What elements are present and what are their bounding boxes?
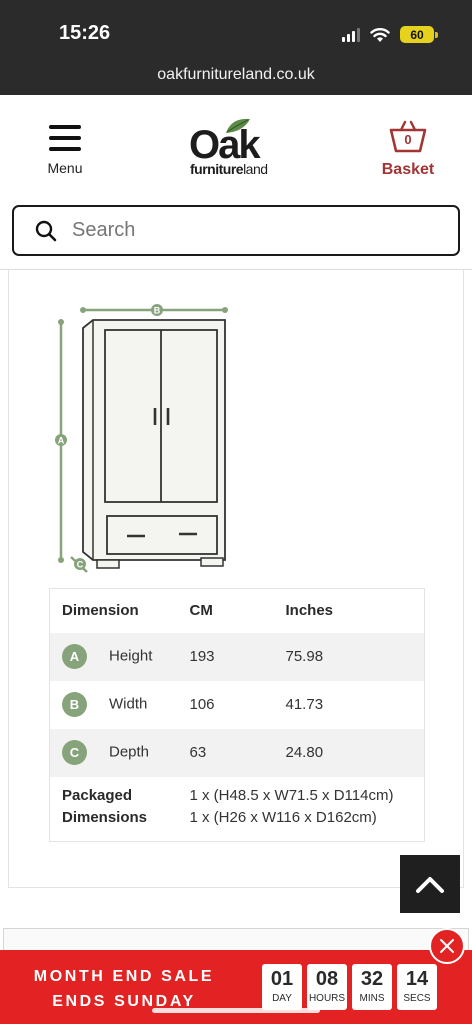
dimensions-table: Dimension CM Inches A Height 193 75.98 B W…	[49, 588, 425, 842]
status-icons: 60	[342, 26, 438, 43]
sale-banner-text: MONTH END SALE ENDS SUNDAY	[16, 964, 232, 1014]
packaged-value: 1 x (H26 x W116 x D162cm)	[189, 808, 377, 826]
dimension-cm: 63	[177, 728, 274, 777]
basket-icon: 0	[388, 119, 428, 155]
battery-level: 60	[410, 27, 424, 42]
dimension-inches: 41.73	[285, 696, 324, 713]
table-row: C Depth 63 24.80	[49, 728, 425, 777]
home-indicator	[152, 1008, 320, 1013]
countdown-secs: 14 SECS	[397, 964, 437, 1010]
packaged-label-line1: Packaged	[62, 786, 133, 804]
countdown-unit: MINS	[359, 993, 385, 1004]
wifi-icon	[370, 27, 390, 42]
packaged-dimensions-row: Packaged Dimensions 1 x (H48.5 x W71.5 x…	[50, 777, 425, 842]
countdown-unit: SECS	[403, 993, 431, 1004]
table-row: B Width 106 41.73	[50, 681, 425, 729]
basket-count: 0	[404, 132, 412, 147]
diagram-label-c: C	[77, 560, 84, 570]
countdown-unit: DAY	[272, 993, 292, 1004]
dimension-name: Width	[109, 695, 148, 713]
url-bar[interactable]: oakfurnitureland.co.uk	[0, 66, 472, 84]
search-bar[interactable]	[12, 205, 460, 256]
packaged-label-line2: Dimensions	[62, 808, 148, 826]
browser-status-bar: 15:26 60 oakfurnitureland.co.uk	[0, 0, 472, 95]
basket-label: Basket	[381, 161, 435, 178]
packaged-dimensions-label: Packaged Dimensions	[50, 777, 178, 842]
dimension-letter-badge: C	[62, 740, 87, 765]
table-row: A Height 193 75.98	[49, 632, 425, 681]
chevron-up-icon	[416, 877, 444, 893]
menu-label: Menu	[47, 160, 83, 176]
logo-sub-text: furnitureland	[190, 161, 268, 177]
logo-sub-light: land	[243, 161, 268, 177]
product-dimensions-card: B A C Dimension CM Inches A Height 193 7…	[8, 270, 464, 888]
dimension-cm: 193	[177, 632, 274, 681]
diagram-label-a: A	[58, 436, 65, 446]
cellular-signal-icon	[342, 27, 360, 42]
back-to-top-button[interactable]	[400, 855, 460, 913]
hamburger-icon	[49, 125, 81, 151]
dimension-letter-badge: A	[62, 644, 87, 669]
close-banner-button[interactable]	[429, 928, 465, 964]
dimension-inches: 75.98	[273, 632, 425, 681]
sale-countdown: 01 DAY 08 HOURS 32 MINS 14 SECS	[262, 964, 437, 1010]
countdown-value: 14	[405, 968, 429, 990]
countdown-unit: HOURS	[308, 993, 346, 1004]
diagram-label-b: B	[154, 306, 161, 316]
countdown-mins: 32 MINS	[352, 964, 392, 1010]
dimension-inches: 24.80	[273, 728, 425, 777]
countdown-value: 01	[270, 968, 294, 990]
logo-sub-bold: furniture	[190, 161, 244, 177]
menu-button[interactable]: Menu	[38, 125, 92, 176]
sale-line-1: MONTH END SALE	[33, 968, 215, 985]
countdown-days: 01 DAY	[262, 964, 302, 1010]
status-time: 15:26	[59, 22, 111, 44]
packaged-dimensions-values: 1 x (H48.5 x W71.5 x D114cm) 1 x (H26 x …	[178, 777, 425, 842]
countdown-hours: 08 HOURS	[307, 964, 347, 1010]
close-icon	[440, 939, 454, 953]
header-inches: Inches	[285, 602, 334, 620]
site-logo[interactable]: Oak furnitureland	[186, 117, 288, 177]
table-header-row: Dimension CM Inches	[50, 589, 425, 633]
basket-button[interactable]: 0 Basket	[380, 119, 436, 179]
countdown-value: 32	[360, 968, 384, 990]
dimension-name: Height	[109, 647, 153, 665]
countdown-value: 08	[315, 968, 339, 990]
packaged-value: 1 x (H48.5 x W71.5 x D114cm)	[189, 786, 394, 804]
dimension-cm: 106	[189, 696, 215, 713]
search-icon	[35, 220, 57, 241]
wardrobe-dimension-diagram: B A C	[55, 304, 228, 573]
battery-icon: 60	[400, 26, 438, 43]
site-header: Menu Oak furnitureland 0 Basket	[0, 95, 472, 270]
header-cm: CM	[189, 602, 213, 620]
search-input[interactable]	[72, 219, 337, 242]
dimension-name: Depth	[109, 743, 150, 761]
header-dimension: Dimension	[62, 602, 139, 620]
dimension-letter-badge: B	[62, 692, 87, 717]
